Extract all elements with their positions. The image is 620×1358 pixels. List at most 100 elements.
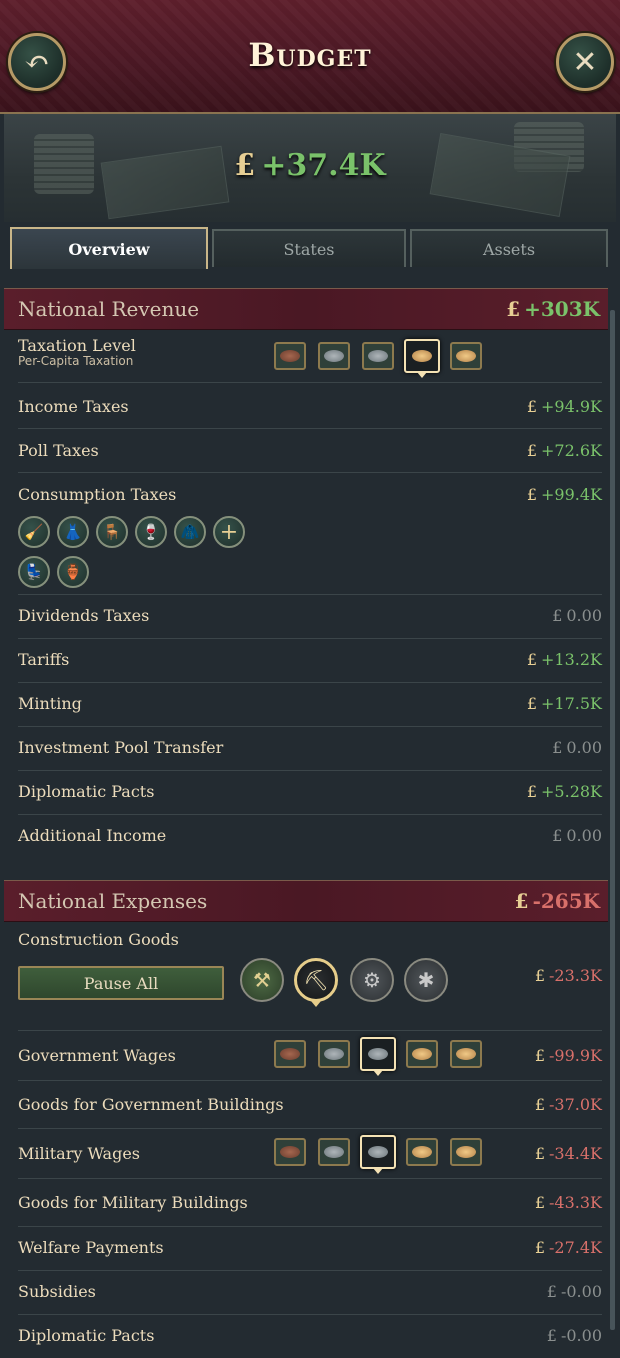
expense-row-government-wages[interactable]: Government Wages £ -99.9K <box>18 1030 602 1081</box>
row-value: £ -43.3K <box>534 1193 602 1212</box>
close-icon: ✕ <box>572 44 598 80</box>
selected-marker <box>311 1001 321 1007</box>
row-label: Diplomatic Pacts <box>18 1326 155 1345</box>
coin-icon <box>324 350 344 362</box>
construction-goods-row: Construction Goods Pause All ⚒ ⛏ ⚙ ✱ £ -2… <box>18 924 602 1031</box>
arc-welded-construction-icon[interactable]: ✱ <box>404 958 448 1002</box>
row-label: Tariffs <box>18 650 70 669</box>
add-tax-icon[interactable]: + <box>213 516 245 548</box>
window-title: Budget <box>248 36 372 74</box>
tax-level-very-high[interactable] <box>450 342 482 370</box>
military-wage-level-medium[interactable] <box>360 1135 396 1174</box>
military-wage-level-very-high[interactable] <box>450 1138 482 1166</box>
tab-overview[interactable]: Overview <box>10 227 208 269</box>
row-label: Income Taxes <box>18 397 129 416</box>
expense-row-subsidies[interactable]: Subsidies £ -0.00 <box>18 1270 602 1315</box>
taxation-sublabel: Per-Capita Taxation <box>18 354 134 368</box>
row-value: £ -0.00 <box>546 1326 602 1345</box>
expense-row-welfare-payments[interactable]: Welfare Payments £ -27.4K <box>18 1226 602 1271</box>
coin-icon <box>412 350 432 362</box>
revenue-total-value: +303K <box>524 297 600 321</box>
section-title: National Revenue <box>18 297 200 321</box>
section-title: National Expenses <box>18 889 208 913</box>
row-value: £ -99.9K <box>534 1046 602 1065</box>
row-label: Welfare Payments <box>18 1238 164 1257</box>
expense-row-military-wages[interactable]: Military Wages £ -34.4K <box>18 1128 602 1179</box>
balance-value: +37.4K <box>261 148 386 183</box>
iron-construction-icon[interactable]: ⛏ <box>294 958 338 1007</box>
military-wage-level-high[interactable] <box>406 1138 438 1166</box>
revenue-header: National Revenue £ +303K <box>4 288 608 330</box>
wage-level-very-high[interactable] <box>450 1040 482 1068</box>
taxation-level-row: Taxation Level Per-Capita Taxation <box>18 332 602 383</box>
row-value: £ +72.6K <box>526 441 602 460</box>
tab-states[interactable]: States <box>212 229 406 267</box>
revenue-row-tariffs[interactable]: Tariffs £ +13.2K <box>18 638 602 683</box>
tax-level-low[interactable] <box>318 342 350 370</box>
expenses-total-value: -265K <box>532 889 600 913</box>
coin-icon <box>456 350 476 362</box>
military-wage-level-very-low[interactable] <box>274 1138 306 1166</box>
luxury-furniture-icon[interactable]: 💺 <box>18 556 50 588</box>
porcelain-goods-icon[interactable]: 🏺 <box>57 556 89 588</box>
row-label: Goods for Government Buildings <box>18 1095 284 1114</box>
steel-construction-icon[interactable]: ⚙ <box>350 958 394 1002</box>
wage-level-very-low[interactable] <box>274 1040 306 1068</box>
tab-assets[interactable]: Assets <box>410 229 608 267</box>
weekly-balance: £ +37.4K <box>4 148 616 183</box>
furniture-goods-icon[interactable]: 🪑 <box>96 516 128 548</box>
row-value: £ +17.5K <box>526 694 602 713</box>
liquor-goods-icon[interactable]: 🍷 <box>135 516 167 548</box>
row-label: Consumption Taxes <box>18 485 177 504</box>
luxury-clothes-icon[interactable]: 🧥 <box>174 516 206 548</box>
coin-icon <box>368 350 388 362</box>
tax-level-very-low[interactable] <box>274 342 306 370</box>
wage-level-low[interactable] <box>318 1040 350 1068</box>
revenue-row-consumption-taxes[interactable]: Consumption Taxes £ +99.4K 🧹 👗 🪑 🍷 🧥 + 💺 … <box>18 472 602 595</box>
clothes-goods-icon[interactable]: 👗 <box>57 516 89 548</box>
row-value: £0.00 <box>552 826 602 845</box>
row-value: £ -34.4K <box>534 1144 602 1163</box>
expense-row-goods-military-buildings[interactable]: Goods for Military Buildings £ -43.3K <box>18 1178 602 1227</box>
coin-icon <box>280 350 300 362</box>
row-value: £ -37.0K <box>534 1095 602 1114</box>
tax-level-medium[interactable] <box>362 342 394 370</box>
revenue-row-diplomatic-pacts[interactable]: Diplomatic Pacts £ +5.28K <box>18 770 602 815</box>
row-value: £0.00 <box>552 606 602 625</box>
row-value: £ +94.9K <box>526 397 602 416</box>
selected-marker <box>417 372 427 378</box>
military-wage-level-low[interactable] <box>318 1138 350 1166</box>
expense-row-diplomatic-pacts[interactable]: Diplomatic Pacts £ -0.00 <box>18 1314 602 1358</box>
row-value: £ -27.4K <box>534 1238 602 1257</box>
expenses-header: National Expenses £ -265K <box>4 880 608 922</box>
expense-row-goods-government-buildings[interactable]: Goods for Government Buildings £ -37.0K <box>18 1080 602 1129</box>
row-label: Investment Pool Transfer <box>18 738 224 757</box>
wage-level-high[interactable] <box>406 1040 438 1068</box>
row-value: £0.00 <box>552 738 602 757</box>
revenue-row-minting[interactable]: Minting £ +17.5K <box>18 682 602 727</box>
row-label: Subsidies <box>18 1282 96 1301</box>
close-button[interactable]: ✕ <box>556 33 614 91</box>
revenue-row-income-taxes[interactable]: Income Taxes £ +94.9K <box>18 384 602 429</box>
row-value: £ -23.3K <box>534 966 602 985</box>
scrollbar[interactable] <box>610 310 615 1330</box>
brush-goods-icon[interactable]: 🧹 <box>18 516 50 548</box>
revenue-row-additional-income[interactable]: Additional Income £0.00 <box>18 814 602 858</box>
row-label: Military Wages <box>18 1144 140 1163</box>
row-label: Construction Goods <box>18 930 179 949</box>
pause-all-button[interactable]: Pause All <box>18 966 224 1000</box>
revenue-row-poll-taxes[interactable]: Poll Taxes £ +72.6K <box>18 428 602 473</box>
wage-level-medium[interactable] <box>360 1037 396 1076</box>
revenue-row-investment-pool-transfer[interactable]: Investment Pool Transfer £0.00 <box>18 726 602 771</box>
row-label: Dividends Taxes <box>18 606 150 625</box>
row-label: Minting <box>18 694 82 713</box>
section-total: £ -265K <box>515 889 600 913</box>
tax-level-high[interactable] <box>404 339 440 378</box>
revenue-row-dividends-taxes[interactable]: Dividends Taxes £0.00 <box>18 594 602 639</box>
row-label: Additional Income <box>18 826 167 845</box>
balance-banner: £ +37.4K <box>4 114 616 222</box>
pound-icon: £ <box>506 297 521 321</box>
row-value: £ +13.2K <box>526 650 602 669</box>
row-value: £ +5.28K <box>526 782 602 801</box>
wood-construction-icon[interactable]: ⚒ <box>240 958 284 1002</box>
